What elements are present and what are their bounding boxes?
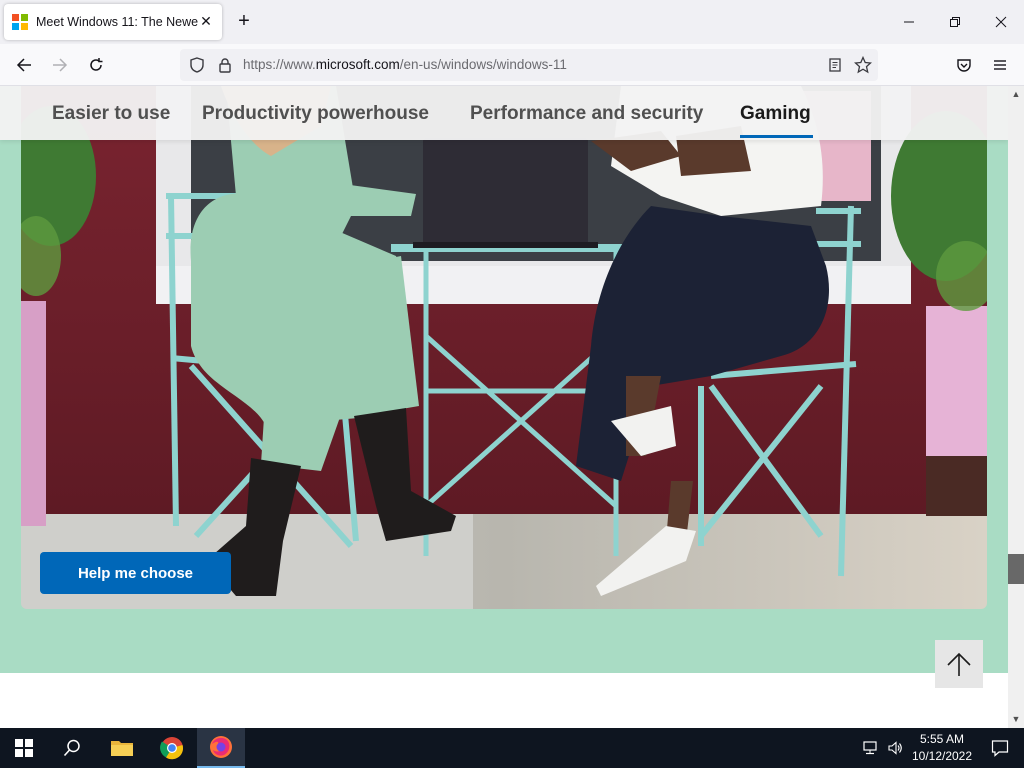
address-bar[interactable]: https://www.microsoft.com/en-us/windows/… xyxy=(180,49,878,81)
menu-button[interactable] xyxy=(986,52,1014,78)
firefox-button[interactable] xyxy=(197,728,245,768)
reload-icon xyxy=(90,58,103,71)
search-button[interactable] xyxy=(48,728,96,768)
start-icon xyxy=(15,739,33,757)
back-to-top-button[interactable] xyxy=(935,640,983,688)
volume-button[interactable] xyxy=(882,728,908,768)
maximize-button[interactable] xyxy=(932,0,978,44)
tab-easier-to-use[interactable]: Easier to use xyxy=(52,103,170,125)
tab-bar: Meet Windows 11: The Newest ✕ + xyxy=(0,0,1024,44)
microsoft-logo-icon xyxy=(12,14,28,30)
close-tab-icon[interactable]: ✕ xyxy=(198,13,214,29)
system-clock[interactable]: 5:55 AM 10/12/2022 xyxy=(910,731,974,765)
lock-icon[interactable] xyxy=(216,56,234,74)
tab-title: Meet Windows 11: The Newest xyxy=(36,15,198,29)
hamburger-menu-icon xyxy=(994,60,1006,70)
file-explorer-button[interactable] xyxy=(98,728,146,768)
notification-icon xyxy=(991,740,1009,757)
clock-date: 10/12/2022 xyxy=(911,749,973,763)
close-icon xyxy=(995,16,1007,28)
pocket-button[interactable] xyxy=(950,52,978,78)
arrow-up-icon xyxy=(947,652,971,676)
tab-performance-and-security[interactable]: Performance and security xyxy=(470,103,703,125)
pocket-icon xyxy=(957,59,971,72)
section-tabs: Easier to use Productivity powerhouse Pe… xyxy=(0,86,1008,140)
scroll-up-arrow-icon[interactable]: ▲ xyxy=(1011,89,1021,99)
forward-arrow-icon xyxy=(53,58,68,72)
start-button[interactable] xyxy=(0,728,48,768)
tab-gaming[interactable]: Gaming xyxy=(740,103,811,125)
forward-button[interactable] xyxy=(46,52,74,78)
url-text[interactable]: https://www.microsoft.com/en-us/windows/… xyxy=(243,57,567,72)
volume-icon xyxy=(888,741,902,755)
windows-taskbar: 5:55 AM 10/12/2022 xyxy=(0,728,1024,768)
clock-time: 5:55 AM xyxy=(919,732,965,746)
reload-button[interactable] xyxy=(82,52,110,78)
restore-icon xyxy=(950,17,960,27)
close-window-button[interactable] xyxy=(978,0,1024,44)
chrome-button[interactable] xyxy=(148,728,196,768)
minimize-icon xyxy=(904,21,914,23)
back-arrow-icon xyxy=(16,58,31,72)
browser-tab[interactable]: Meet Windows 11: The Newest ✕ xyxy=(4,4,222,40)
search-icon xyxy=(63,739,80,757)
help-me-choose-button[interactable]: Help me choose xyxy=(40,552,231,594)
notifications-button[interactable] xyxy=(976,728,1024,768)
new-tab-button[interactable]: + xyxy=(234,11,254,32)
reader-view-icon[interactable] xyxy=(826,56,844,74)
scroll-thumb[interactable] xyxy=(1008,554,1024,585)
hero-image xyxy=(21,86,987,609)
bookmark-star-icon[interactable] xyxy=(854,56,872,74)
tab-productivity-powerhouse[interactable]: Productivity powerhouse xyxy=(202,103,429,125)
page-viewport: Easier to use Productivity powerhouse Pe… xyxy=(0,86,1008,728)
minimize-button[interactable] xyxy=(886,0,932,44)
tracking-protection-shield-icon[interactable] xyxy=(188,56,206,74)
file-explorer-icon xyxy=(111,741,133,756)
network-button[interactable] xyxy=(858,728,884,768)
network-icon xyxy=(863,741,877,755)
navigation-toolbar: https://www.microsoft.com/en-us/windows/… xyxy=(0,44,1024,86)
firefox-icon xyxy=(210,736,232,758)
active-tab-indicator xyxy=(740,135,813,138)
back-button[interactable] xyxy=(10,52,38,78)
chrome-icon xyxy=(160,737,184,760)
page-scrollbar[interactable]: ▲ ▼ xyxy=(1008,86,1024,728)
scroll-down-arrow-icon[interactable]: ▼ xyxy=(1011,714,1021,724)
